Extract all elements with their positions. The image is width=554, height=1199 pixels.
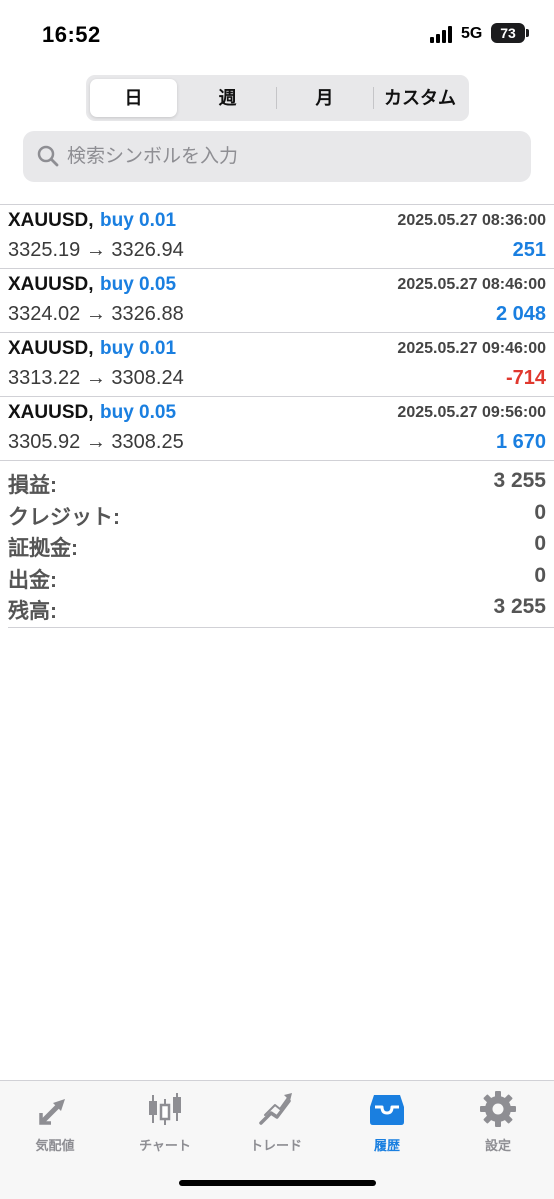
- deal-profit: 2 048: [495, 303, 546, 325]
- deal-profit: 1 670: [495, 431, 546, 453]
- deal-profit: 251: [512, 239, 546, 261]
- deal-row[interactable]: XAUUSD, buy 0.05 2025.05.27 09:56:00 330…: [0, 397, 554, 461]
- deals-list: XAUUSD, buy 0.01 2025.05.27 08:36:00 332…: [0, 204, 554, 461]
- deal-time: 2025.05.27 08:36:00: [397, 212, 546, 229]
- deal-prices: 3313.22 → 3308.24: [8, 367, 184, 389]
- network-type: 5G: [461, 25, 483, 42]
- segment-custom[interactable]: カスタム: [375, 79, 465, 117]
- home-indicator[interactable]: [179, 1180, 376, 1186]
- tab-label: 履歴: [373, 1138, 400, 1153]
- tab-trade[interactable]: トレード: [221, 1089, 331, 1159]
- deal-profit: -714: [505, 367, 546, 389]
- summary-row-balance: 残高: 3 255: [0, 593, 554, 625]
- summary-value: 3 255: [493, 469, 546, 492]
- summary-value: 0: [534, 563, 546, 587]
- summary-row-margin: 証拠金: 0: [0, 530, 554, 562]
- deal-time: 2025.05.27 09:56:00: [397, 404, 546, 421]
- deal-prices: 3324.02 → 3326.88: [8, 303, 184, 325]
- deal-row[interactable]: XAUUSD, buy 0.01 2025.05.27 08:36:00 332…: [0, 205, 554, 269]
- summary-row-withdrawal: 出金: 0: [0, 562, 554, 594]
- deal-type: buy 0.05: [100, 402, 177, 423]
- tab-label: チャート: [139, 1138, 191, 1153]
- tab-label: 設定: [484, 1138, 511, 1153]
- battery-icon: 73: [491, 23, 525, 43]
- deal-row[interactable]: XAUUSD, buy 0.01 2025.05.27 09:46:00 331…: [0, 333, 554, 397]
- segment-week[interactable]: 週: [181, 79, 274, 117]
- summary-value: 3 255: [493, 595, 546, 618]
- segment-month[interactable]: 月: [278, 79, 371, 117]
- summary-row-credit: クレジット: 0: [0, 499, 554, 531]
- summary-section: 損益: 3 255 クレジット: 0 証拠金: 0 出金: 0 残高: 3 25…: [0, 467, 554, 625]
- summary-label: 損益:: [8, 474, 57, 497]
- candlestick-chart-icon: [149, 1093, 181, 1125]
- deal-prices: 3305.92 → 3308.25: [8, 431, 184, 453]
- trade-trend-icon: [259, 1093, 292, 1125]
- deal-type: buy 0.01: [100, 338, 177, 359]
- deal-symbol: XAUUSD,: [8, 402, 94, 423]
- tab-chart[interactable]: チャート: [110, 1089, 220, 1159]
- deal-time: 2025.05.27 08:46:00: [397, 276, 546, 293]
- segment-day[interactable]: 日: [90, 79, 177, 117]
- tab-settings[interactable]: 設定: [443, 1089, 553, 1159]
- summary-value: 0: [534, 500, 546, 524]
- deal-prices: 3325.19 → 3326.94: [8, 239, 184, 261]
- status-time: 16:52: [42, 22, 101, 47]
- deal-symbol: XAUUSD,: [8, 210, 94, 231]
- summary-label: 出金:: [8, 568, 57, 592]
- summary-label: 残高:: [8, 600, 57, 623]
- summary-divider: [8, 627, 554, 628]
- deal-row[interactable]: XAUUSD, buy 0.05 2025.05.27 08:46:00 332…: [0, 269, 554, 333]
- deal-type: buy 0.05: [100, 274, 177, 295]
- segment-divider: [373, 87, 374, 109]
- tab-label: 気配値: [35, 1138, 75, 1153]
- tab-history[interactable]: 履歴: [332, 1089, 442, 1159]
- quotes-arrows-icon: [39, 1099, 65, 1125]
- status-bar: 16:52 5G 73: [0, 0, 554, 66]
- deal-symbol: XAUUSD,: [8, 338, 94, 359]
- tab-quotes[interactable]: 気配値: [0, 1089, 110, 1159]
- segment-divider: [276, 87, 277, 109]
- symbol-search-bar[interactable]: [23, 131, 531, 182]
- tab-label: トレード: [249, 1138, 302, 1153]
- summary-label: クレジット:: [8, 505, 120, 529]
- summary-label: 証拠金:: [8, 537, 78, 560]
- deal-time: 2025.05.27 09:46:00: [397, 340, 546, 357]
- history-inbox-icon: [370, 1095, 404, 1125]
- deal-type: buy 0.01: [100, 210, 177, 231]
- search-input[interactable]: [67, 131, 507, 182]
- summary-value: 0: [534, 532, 546, 555]
- deal-symbol: XAUUSD,: [8, 274, 94, 295]
- summary-row-profit: 損益: 3 255: [0, 467, 554, 499]
- search-icon: [37, 145, 59, 167]
- period-segmented-control: 日 週 月 カスタム: [86, 75, 469, 121]
- settings-gear-icon: [480, 1091, 516, 1127]
- battery-nub: [526, 29, 529, 37]
- cellular-signal-icon: [430, 26, 456, 43]
